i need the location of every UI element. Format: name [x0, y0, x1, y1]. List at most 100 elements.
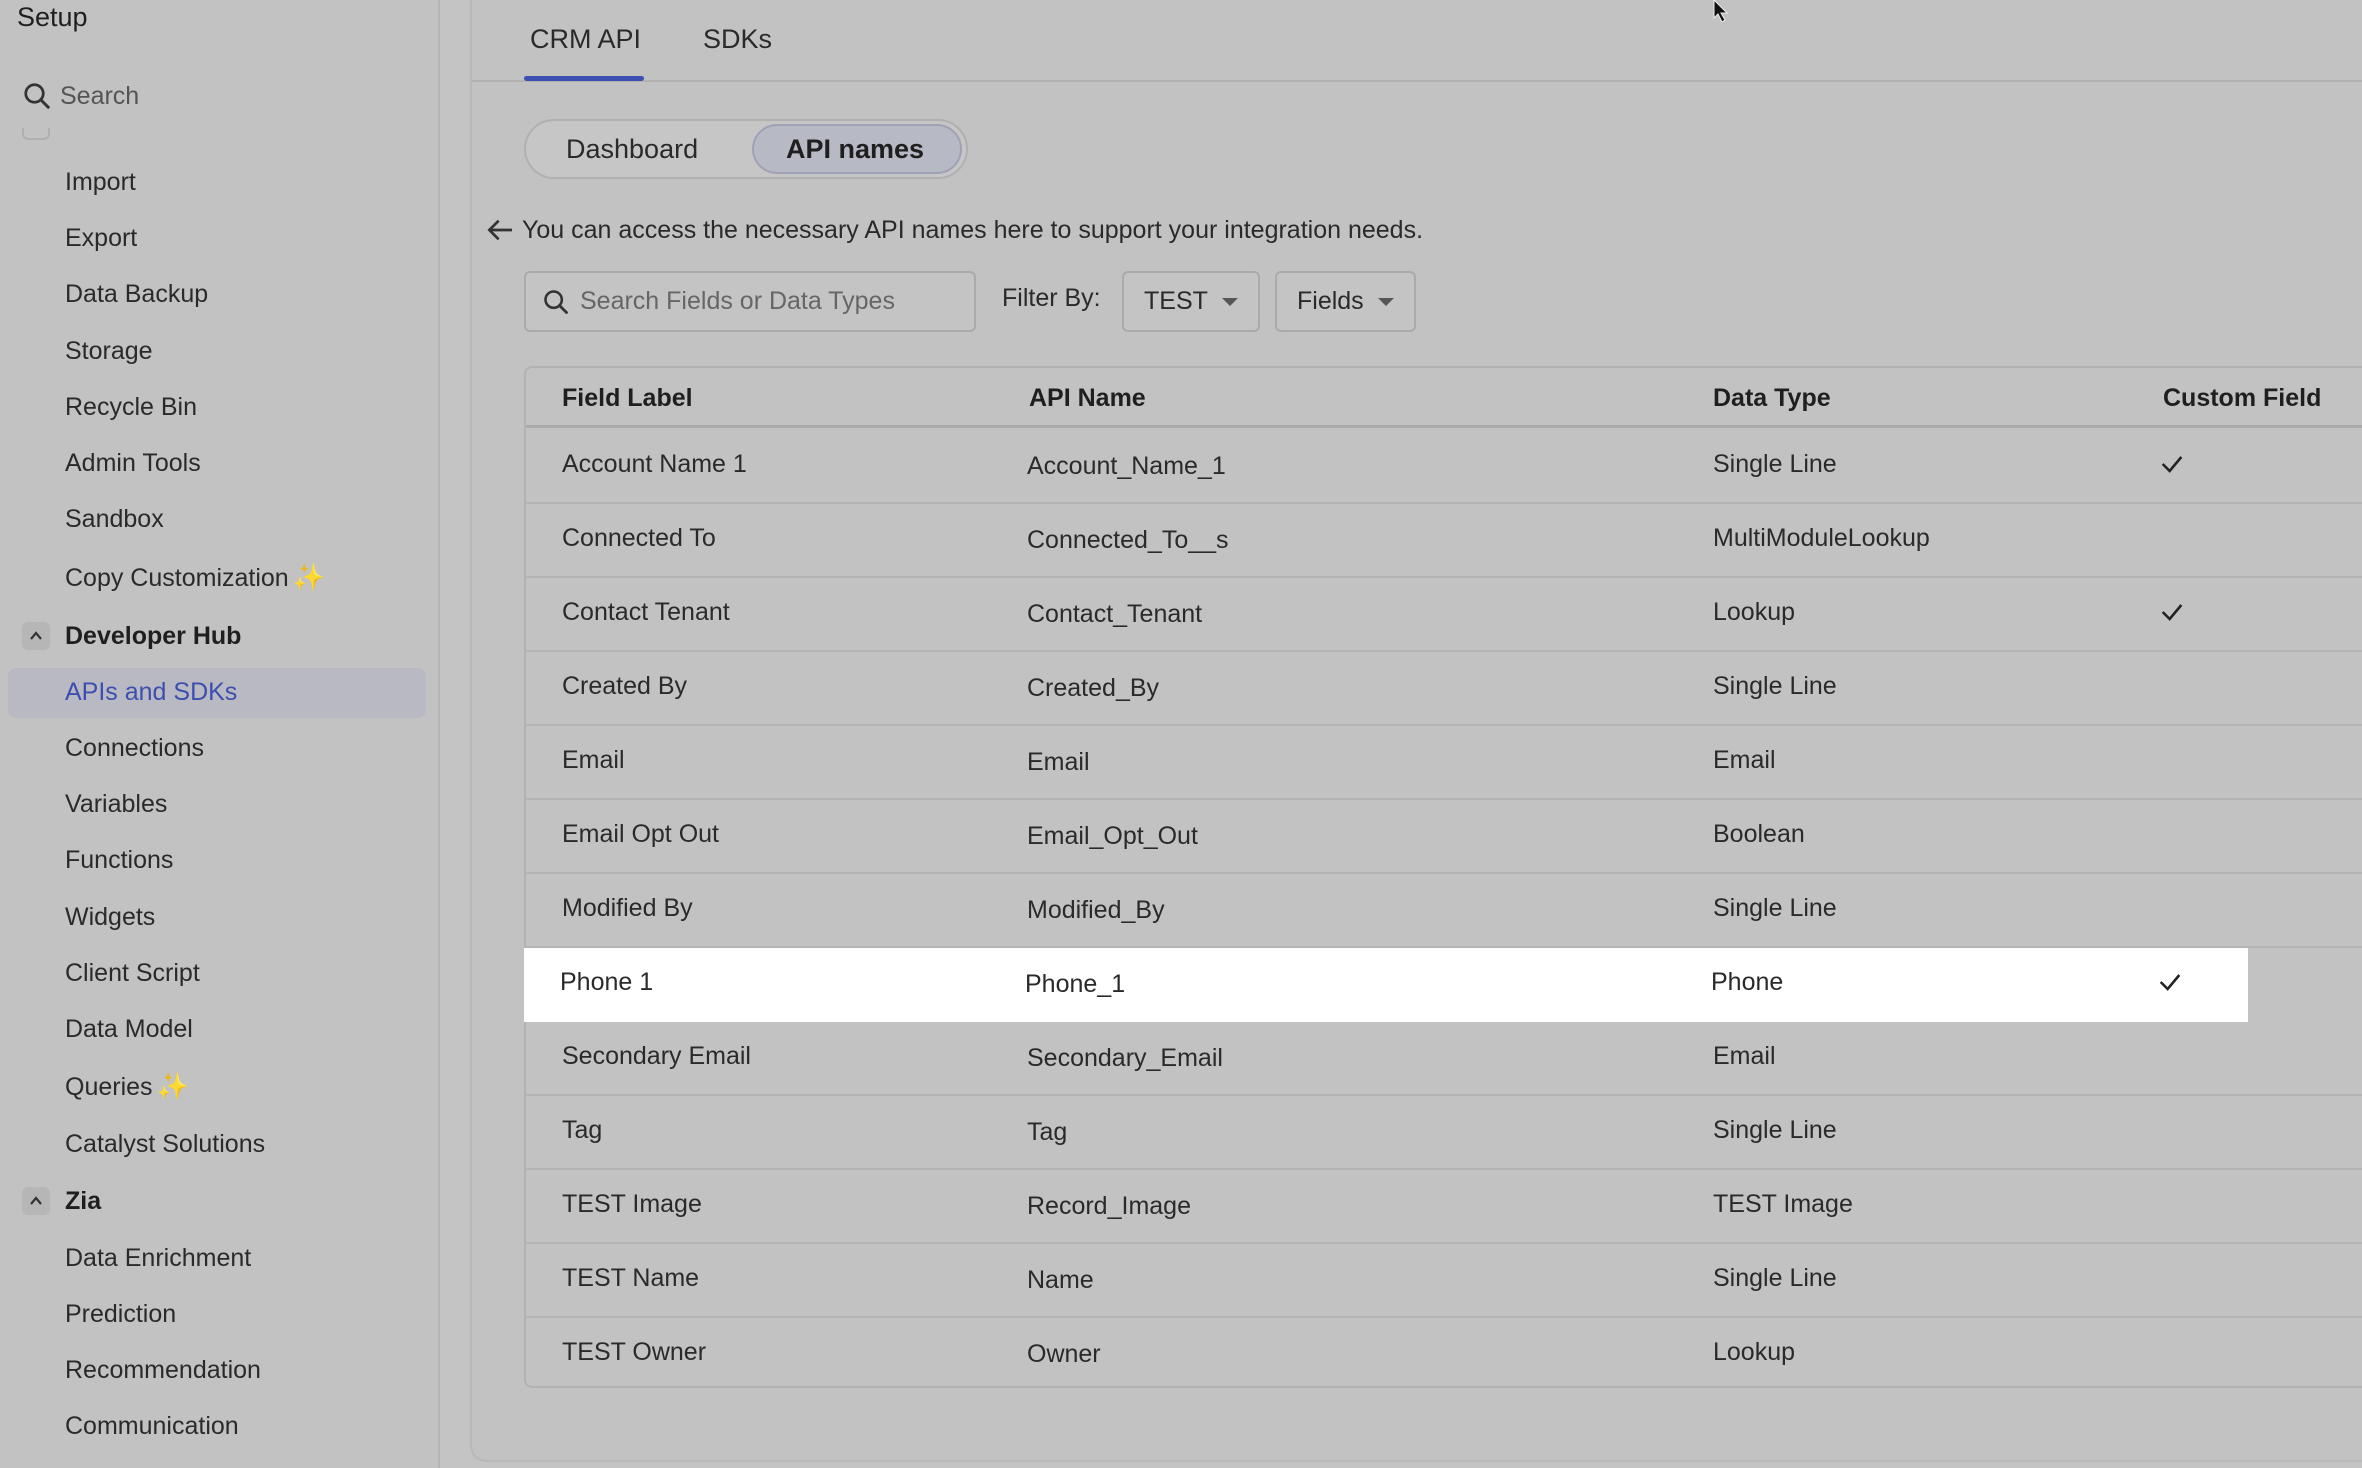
- cell-data-type: Single Line: [1713, 1264, 1837, 1292]
- cell-data-type: Lookup: [1713, 598, 1796, 626]
- caret-down-icon: [1221, 297, 1238, 306]
- cell-api-name[interactable]: Email_Opt_Out: [1027, 822, 1198, 851]
- table-row[interactable]: TEST Owner Owner Lookup: [526, 1318, 2362, 1392]
- table-header: Field Label API Name Data Type Custom Fi…: [526, 368, 2362, 428]
- sidebar-item-export[interactable]: Export: [65, 214, 137, 262]
- cell-api-name[interactable]: Created_By: [1027, 674, 1159, 703]
- cell-custom-field: [2158, 598, 2186, 633]
- segment-dashboard[interactable]: Dashboard: [566, 121, 698, 177]
- cell-data-type: Single Line: [1713, 450, 1837, 478]
- cell-custom-field: [2156, 968, 2184, 1003]
- mouse-cursor-icon: [1713, 0, 1729, 22]
- cell-api-name[interactable]: Contact_Tenant: [1027, 600, 1202, 629]
- table-row[interactable]: Connected To Connected_To__s MultiModuleLo…: [526, 504, 2362, 578]
- cell-api-name[interactable]: Record_Image: [1027, 1192, 1191, 1221]
- tab-sdks[interactable]: SDKs: [703, 24, 772, 55]
- field-search-input[interactable]: [580, 287, 960, 316]
- cell-api-name[interactable]: Phone_1: [1025, 970, 1125, 999]
- table-row[interactable]: Secondary Email Secondary_Email Email: [526, 1022, 2362, 1096]
- cell-data-type: Single Line: [1713, 894, 1837, 922]
- sidebar-item-data-model[interactable]: Data Model: [65, 1005, 193, 1053]
- sidebar-item-communication[interactable]: Communication: [65, 1402, 239, 1450]
- cell-field-label: Secondary Email: [562, 1042, 751, 1070]
- sidebar-item-connections[interactable]: Connections: [65, 724, 204, 772]
- cell-api-name[interactable]: Name: [1027, 1266, 1094, 1295]
- sidebar-item-data-enrichment[interactable]: Data Enrichment: [65, 1234, 251, 1282]
- sidebar-item-admin-tools[interactable]: Admin Tools: [65, 439, 201, 487]
- api-names-table: Field Label API Name Data Type Custom Fi…: [524, 366, 2362, 1388]
- chevron-up-icon[interactable]: [22, 1187, 50, 1215]
- sidebar-item-catalyst-solutions[interactable]: Catalyst Solutions: [65, 1120, 265, 1168]
- tab-bar: CRM API SDKs: [472, 0, 2362, 82]
- cell-api-name[interactable]: Secondary_Email: [1027, 1044, 1223, 1073]
- column-header-field-label[interactable]: Field Label: [562, 384, 693, 413]
- collapsed-group-edge: [22, 128, 50, 140]
- table-row[interactable]: Phone 1 Phone_1 Phone: [524, 948, 2248, 1022]
- cell-field-label: Connected To: [562, 524, 716, 552]
- column-header-custom-field[interactable]: Custom Field: [2163, 384, 2321, 413]
- module-filter-dropdown[interactable]: TEST: [1122, 271, 1260, 332]
- table-row[interactable]: Modified By Modified_By Single Line: [526, 874, 2362, 948]
- main-panel: CRM API SDKs Dashboard API names You can…: [470, 0, 2362, 1462]
- module-filter-value: TEST: [1144, 287, 1208, 315]
- cell-api-name[interactable]: Modified_By: [1027, 896, 1165, 925]
- cell-data-type: Email: [1713, 746, 1776, 774]
- sparkle-icon: ✨: [292, 562, 326, 592]
- cell-field-label: Account Name 1: [562, 450, 747, 478]
- group-label: Zia: [65, 1186, 102, 1215]
- table-row[interactable]: Email Opt Out Email_Opt_Out Boolean: [526, 800, 2362, 874]
- sidebar-item-prediction[interactable]: Prediction: [65, 1290, 176, 1338]
- checkmark-icon: [2161, 456, 2183, 473]
- cell-data-type: Single Line: [1713, 672, 1837, 700]
- cell-api-name[interactable]: Email: [1027, 748, 1090, 777]
- table-row[interactable]: Contact Tenant Contact_Tenant Lookup: [526, 578, 2362, 652]
- group-zia[interactable]: Zia: [22, 1177, 101, 1225]
- table-row[interactable]: Tag Tag Single Line: [526, 1096, 2362, 1170]
- sidebar-item-sandbox[interactable]: Sandbox: [65, 495, 164, 543]
- setup-sidebar: Setup Search Import Export Data Backup S…: [0, 0, 440, 1468]
- cell-field-label: Contact Tenant: [562, 598, 730, 626]
- sidebar-item-widgets[interactable]: Widgets: [65, 893, 155, 941]
- table-row[interactable]: TEST Name Name Single Line: [526, 1244, 2362, 1318]
- cell-data-type: MultiModuleLookup: [1713, 524, 1930, 552]
- sidebar-item-apis-and-sdks[interactable]: APIs and SDKs: [65, 668, 237, 716]
- column-header-data-type[interactable]: Data Type: [1713, 384, 1831, 413]
- segment-api-names[interactable]: API names: [786, 121, 924, 177]
- search-icon: [544, 289, 568, 314]
- field-search[interactable]: [524, 271, 976, 332]
- sidebar-item-data-backup[interactable]: Data Backup: [65, 270, 208, 318]
- cell-data-type: Email: [1713, 1042, 1776, 1070]
- cell-field-label: Modified By: [562, 894, 693, 922]
- sidebar-item-client-script[interactable]: Client Script: [65, 949, 200, 997]
- cell-field-label: TEST Owner: [562, 1338, 707, 1366]
- group-developer-hub[interactable]: Developer Hub: [22, 612, 241, 660]
- filter-label: Filter By:: [1002, 284, 1101, 312]
- cell-api-name[interactable]: Account_Name_1: [1027, 452, 1226, 481]
- sidebar-search[interactable]: Search: [22, 76, 139, 116]
- sidebar-item-recommendation[interactable]: Recommendation: [65, 1346, 261, 1394]
- cell-api-name[interactable]: Owner: [1027, 1340, 1101, 1369]
- chevron-up-icon[interactable]: [22, 622, 50, 650]
- column-header-api-name[interactable]: API Name: [1029, 384, 1146, 413]
- cell-field-label: TEST Name: [562, 1264, 700, 1292]
- sidebar-item-import[interactable]: Import: [65, 158, 136, 206]
- tab-crm-api[interactable]: CRM API: [530, 24, 641, 55]
- sidebar-item-storage[interactable]: Storage: [65, 327, 153, 375]
- cell-data-type: Boolean: [1713, 820, 1805, 848]
- table-row[interactable]: Created By Created_By Single Line: [526, 652, 2362, 726]
- sidebar-item-queries[interactable]: Queries ✨: [65, 1062, 189, 1110]
- back-arrow-icon[interactable]: [484, 214, 516, 246]
- table-row[interactable]: Email Email Email: [526, 726, 2362, 800]
- sidebar-item-recycle-bin[interactable]: Recycle Bin: [65, 383, 197, 431]
- cell-field-label: Email Opt Out: [562, 820, 719, 848]
- cell-api-name[interactable]: Connected_To__s: [1027, 526, 1229, 555]
- cell-field-label: Tag: [562, 1116, 603, 1144]
- sidebar-item-copy-customization[interactable]: Copy Customization ✨: [65, 553, 325, 601]
- sidebar-item-functions[interactable]: Functions: [65, 836, 173, 884]
- type-filter-dropdown[interactable]: Fields: [1275, 271, 1416, 332]
- sidebar-item-variables[interactable]: Variables: [65, 780, 167, 828]
- sidebar-item-label: Copy Customization: [65, 564, 289, 592]
- table-row[interactable]: TEST Image Record_Image TEST Image: [526, 1170, 2362, 1244]
- cell-api-name[interactable]: Tag: [1027, 1118, 1067, 1147]
- table-row[interactable]: Account Name 1 Account_Name_1 Single Line: [526, 430, 2362, 504]
